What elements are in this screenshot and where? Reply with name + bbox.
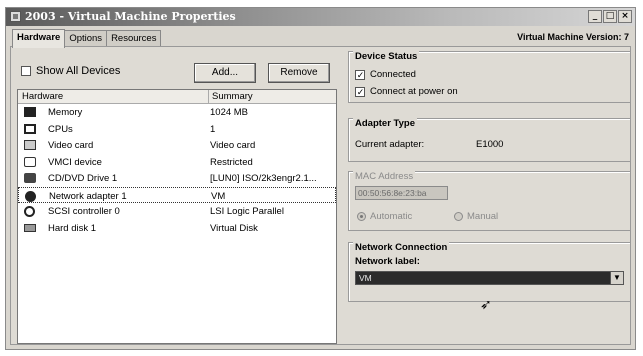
device-name: CD/DVD Drive 1: [48, 173, 118, 184]
device-summary: 1: [210, 123, 216, 135]
chevron-down-icon[interactable]: ▼: [610, 272, 623, 284]
device-row-vmci[interactable]: VMCI device Restricted: [18, 154, 336, 171]
current-adapter-label: Current adapter:: [355, 139, 425, 150]
column-hardware[interactable]: Hardware: [22, 91, 63, 102]
device-row-hard-disk[interactable]: Hard disk 1 Virtual Disk: [18, 220, 336, 237]
network-label-value: VM: [359, 273, 372, 283]
device-name: Memory: [48, 107, 83, 118]
device-row-cpus[interactable]: CPUs 1: [18, 121, 336, 138]
adapter-type-group: Adapter Type Current adapter: E1000: [348, 118, 631, 162]
automatic-label: Automatic: [370, 211, 413, 222]
network-adapter-icon: [25, 190, 36, 202]
column-summary[interactable]: Summary: [212, 91, 253, 102]
app-icon: [10, 11, 21, 22]
device-row-video-card[interactable]: Video card Video card: [18, 137, 336, 154]
device-name: CPUs: [48, 123, 73, 135]
mac-address-label: MAC Address: [353, 171, 416, 182]
memory-icon: [24, 107, 36, 117]
vmci-device-icon: [24, 156, 36, 167]
hardware-list[interactable]: Hardware Summary Memory 1024 MB CPUs 1 V…: [17, 89, 337, 344]
network-label-caption: Network label:: [355, 256, 420, 267]
column-divider[interactable]: [208, 90, 209, 103]
checkbox-icon: [21, 66, 31, 76]
device-summary: Virtual Disk: [210, 222, 258, 234]
network-connection-label: Network Connection: [353, 242, 450, 253]
window-title: 2003 - Virtual Machine Properties: [25, 10, 236, 23]
maximize-button[interactable]: □: [603, 10, 617, 23]
mac-address-group: MAC Address 00:50:56:8e:23:ba Automatic …: [348, 171, 631, 231]
scsi-controller-icon: [24, 206, 35, 217]
device-row-network-adapter[interactable]: Network adapter 1 VM: [18, 186, 336, 203]
cpu-icon: [24, 123, 36, 134]
checkbox-checked-icon: [355, 86, 365, 97]
device-status-group: Device Status Connected Connect at power…: [348, 51, 631, 103]
current-adapter-value: E1000: [476, 139, 504, 150]
device-row-cd-dvd[interactable]: CD/DVD Drive 1 [LUN0] ISO/2k3engr2.1...: [18, 170, 336, 187]
device-summary: 1024 MB: [210, 107, 249, 118]
automatic-radio[interactable]: Automatic: [357, 211, 412, 222]
manual-label: Manual: [467, 211, 499, 222]
device-name: VMCI device: [48, 156, 102, 168]
mac-address-field[interactable]: 00:50:56:8e:23:ba: [355, 186, 448, 200]
minimize-button[interactable]: _: [588, 10, 602, 23]
device-row-scsi-controller[interactable]: SCSI controller 0 LSI Logic Parallel: [18, 203, 336, 220]
connect-at-power-on-checkbox[interactable]: Connect at power on: [355, 86, 458, 97]
show-all-devices-label: Show All Devices: [36, 65, 121, 77]
device-summary: [LUN0] ISO/2k3engr2.1...: [210, 173, 317, 184]
connect-at-power-on-label: Connect at power on: [370, 86, 458, 97]
title-bar[interactable]: 2003 - Virtual Machine Properties _ □ ×: [6, 8, 635, 26]
close-button[interactable]: ×: [618, 10, 632, 23]
remove-button[interactable]: Remove: [268, 63, 330, 83]
device-row-memory[interactable]: Memory 1024 MB: [18, 104, 336, 121]
video-card-icon: [24, 140, 36, 150]
mouse-pointer-icon: ➶: [480, 296, 492, 312]
vm-version: Virtual Machine Version: 7: [517, 32, 629, 42]
cd-dvd-icon: [24, 173, 36, 183]
hardware-panel: Show All Devices Add... Remove Hardware …: [10, 46, 631, 345]
device-summary: VM: [211, 190, 226, 202]
connected-checkbox[interactable]: Connected: [355, 69, 416, 80]
network-label-select[interactable]: VM ▼: [355, 271, 624, 285]
properties-window: 2003 - Virtual Machine Properties _ □ × …: [5, 7, 636, 350]
device-summary: Restricted: [210, 156, 253, 168]
device-name: Network adapter 1: [49, 190, 127, 202]
device-name: Video card: [48, 140, 94, 151]
tab-resources[interactable]: Resources: [106, 30, 162, 47]
device-name: Hard disk 1: [48, 222, 97, 234]
device-summary: LSI Logic Parallel: [210, 206, 284, 217]
window-controls: _ □ ×: [588, 10, 632, 23]
device-summary: Video card: [210, 140, 256, 151]
connected-label: Connected: [370, 69, 416, 80]
show-all-devices-checkbox[interactable]: Show All Devices: [21, 65, 120, 77]
add-button[interactable]: Add...: [194, 63, 256, 83]
radio-selected-icon: [357, 212, 366, 221]
hardware-list-header: Hardware Summary: [18, 90, 336, 104]
hard-disk-icon: [24, 223, 36, 232]
manual-radio[interactable]: Manual: [454, 211, 498, 222]
adapter-type-label: Adapter Type: [353, 118, 418, 129]
tab-hardware[interactable]: Hardware: [12, 29, 66, 48]
tab-options[interactable]: Options: [64, 30, 108, 47]
checkbox-checked-icon: [355, 69, 365, 80]
device-status-label: Device Status: [353, 51, 420, 62]
network-connection-group: Network Connection Network label: VM ▼: [348, 242, 631, 302]
device-name: SCSI controller 0: [48, 206, 120, 217]
radio-icon: [454, 212, 463, 221]
